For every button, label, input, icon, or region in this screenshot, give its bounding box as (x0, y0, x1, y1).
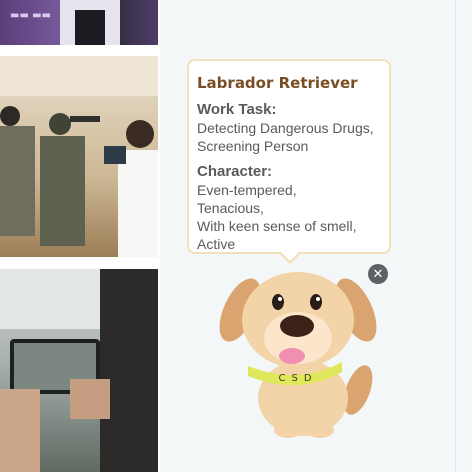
breed-title: Labrador Retriever (197, 74, 358, 92)
dog-paw (306, 422, 334, 438)
dog-eye-right (310, 294, 322, 310)
event-photo-phone-shot (0, 269, 158, 472)
event-photo-top: ▬▬ ▬▬ (0, 0, 158, 45)
labrador-mascot[interactable]: CSD (218, 270, 388, 440)
photo-graphic (0, 269, 158, 472)
card-pointer-fill (280, 251, 300, 261)
photo-column: ▬▬ ▬▬ (0, 0, 160, 472)
dog-eye-shine (278, 297, 282, 301)
work-task-line: Screening Person (197, 138, 309, 154)
event-photo-display-board (0, 56, 158, 257)
character-line: Even-tempered, (197, 182, 297, 198)
dog-nose (280, 315, 314, 337)
dog-paw (274, 422, 302, 438)
character-line: Tenacious, (197, 200, 264, 216)
character-line: With keen sense of smell, (197, 218, 357, 234)
work-task-line: Detecting Dangerous Drugs, (197, 120, 374, 136)
photo-graphic: ▬▬ ▬▬ (10, 0, 120, 45)
dog-tongue (279, 348, 305, 364)
info-card: Labrador Retriever Work Task: Detecting … (187, 59, 391, 254)
collar-text: CSD (278, 373, 317, 384)
scrollbar[interactable] (455, 0, 472, 472)
dog-eye-shine (316, 297, 320, 301)
photo-graphic (0, 56, 158, 257)
dog-eye-left (272, 294, 284, 310)
svg-text:▬▬ ▬▬: ▬▬ ▬▬ (10, 10, 51, 21)
work-task-label: Work Task: (197, 101, 277, 118)
character-label: Character: (197, 163, 273, 180)
